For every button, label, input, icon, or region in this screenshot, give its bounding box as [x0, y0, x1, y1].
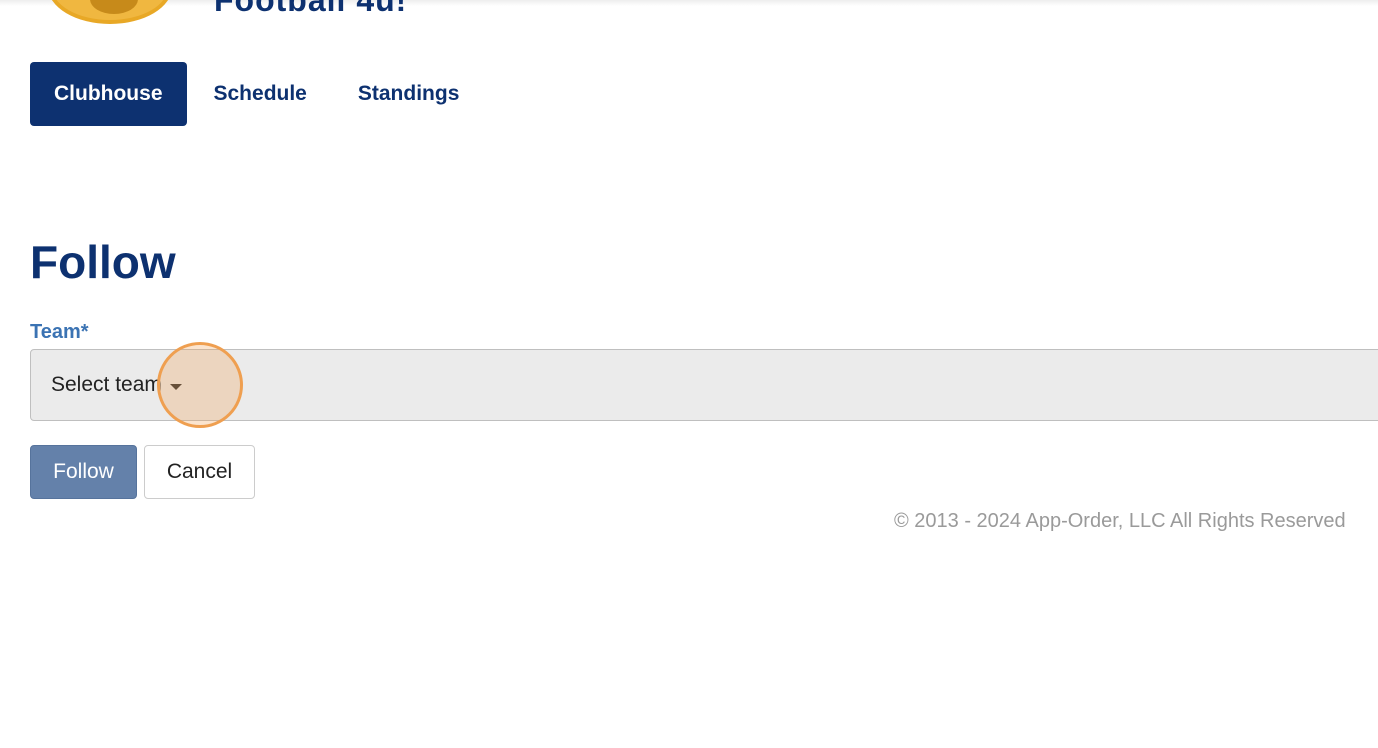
nav-item-schedule[interactable]: Schedule — [187, 62, 332, 126]
nav-item-standings[interactable]: Standings — [332, 62, 486, 126]
page: Football 4u! Clubhouse Schedule Standing… — [0, 0, 1378, 748]
follow-button[interactable]: Follow — [30, 445, 137, 499]
page-title: Follow — [30, 236, 176, 288]
main-nav: Clubhouse Schedule Standings — [30, 62, 485, 126]
team-field-label: Team* — [30, 321, 89, 343]
caret-down-icon — [169, 384, 182, 390]
team-select-value: Select team — [51, 373, 162, 396]
site-logo[interactable] — [48, 0, 172, 24]
team-select[interactable]: Select team — [30, 349, 1378, 421]
cancel-button[interactable]: Cancel — [144, 445, 255, 499]
header-shadow — [0, 0, 1378, 6]
site-title[interactable]: Football 4u! — [214, 0, 407, 19]
nav-item-clubhouse[interactable]: Clubhouse — [30, 62, 187, 126]
footer-copyright: © 2013 - 2024 App-Order, LLC All Rights … — [894, 510, 1346, 532]
logo-football-icon — [90, 0, 138, 14]
